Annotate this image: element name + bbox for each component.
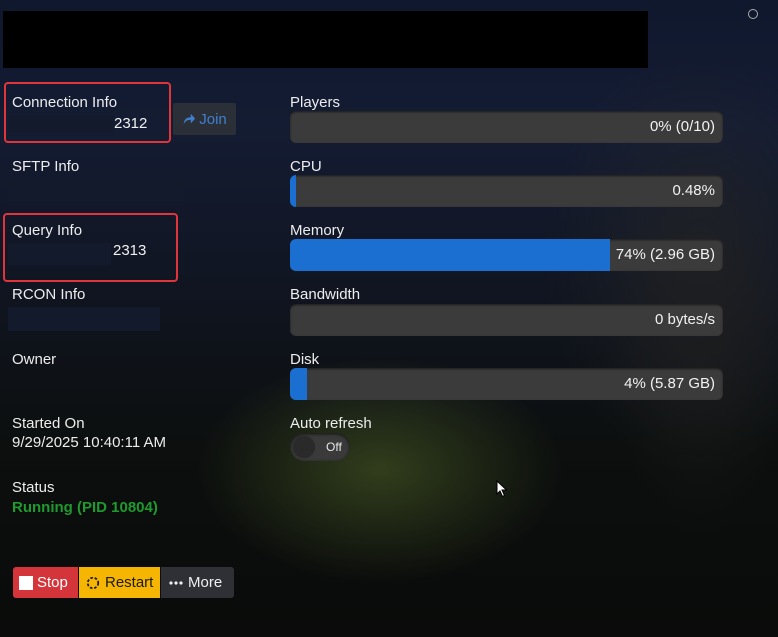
- metric-label-bandwidth: Bandwidth: [290, 286, 361, 303]
- redacted-header-bar: [3, 11, 648, 68]
- sftp-info-label: SFTP Info: [12, 158, 80, 175]
- decorative-ring-icon: [748, 9, 758, 19]
- disk-bar: 4% (5.87 GB): [290, 368, 723, 400]
- bandwidth-bar-text: 0 bytes/s: [654, 311, 715, 328]
- more-button[interactable]: More: [161, 567, 234, 598]
- query-address-redacted: [8, 243, 111, 265]
- bandwidth-bar: 0 bytes/s: [290, 304, 723, 336]
- owner-label: Owner: [12, 351, 57, 368]
- sftp-info-redacted: [8, 179, 184, 201]
- background-figure: [560, 60, 778, 620]
- rcon-info-label: RCON Info: [12, 286, 86, 303]
- query-port[interactable]: 2313: [113, 242, 146, 259]
- restart-button[interactable]: Restart: [79, 567, 160, 598]
- stop-button[interactable]: Stop: [13, 567, 78, 598]
- metric-label-cpu: CPU: [290, 158, 322, 175]
- toggle-state-label: Off: [326, 440, 342, 454]
- join-button-label: Join: [199, 110, 227, 128]
- refresh-icon: [86, 576, 100, 589]
- more-button-label: More: [188, 574, 223, 591]
- metric-label-memory: Memory: [290, 222, 345, 239]
- auto-refresh-label: Auto refresh: [290, 415, 372, 432]
- stop-button-label: Stop: [37, 574, 68, 591]
- status-value: Running (PID 10804): [12, 499, 158, 516]
- share-arrow-icon: [183, 113, 196, 125]
- query-info-label: Query Info: [12, 222, 83, 239]
- memory-bar: 74% (2.96 GB): [290, 239, 723, 271]
- cpu-bar: 0.48%: [290, 175, 723, 207]
- ellipsis-icon: [169, 580, 183, 585]
- connection-address-redacted: [8, 115, 113, 133]
- connection-info-label: Connection Info: [12, 94, 118, 111]
- restart-button-label: Restart: [105, 574, 154, 591]
- players-bar-text: 0% (0/10): [649, 118, 715, 135]
- started-on-label: Started On: [12, 415, 85, 432]
- connection-info-highlight: [4, 82, 171, 143]
- cpu-bar-fill: [290, 175, 297, 207]
- memory-bar-fill: [290, 239, 611, 271]
- status-label: Status: [12, 479, 55, 496]
- auto-refresh-toggle[interactable]: Off: [290, 433, 350, 461]
- disk-bar-text: 4% (5.87 GB): [624, 375, 715, 392]
- metric-label-players: Players: [290, 94, 341, 111]
- metric-label-disk: Disk: [290, 351, 320, 368]
- stop-square-icon: [19, 575, 33, 590]
- rcon-info-redacted: [8, 307, 160, 331]
- toggle-knob: [294, 437, 314, 457]
- disk-bar-fill: [290, 368, 308, 400]
- cpu-bar-text: 0.48%: [672, 182, 715, 199]
- mouse-cursor-icon: [496, 480, 508, 498]
- started-on-value: 9/29/2025 10:40:11 AM: [12, 434, 167, 451]
- players-bar: 0% (0/10): [290, 111, 723, 143]
- join-button[interactable]: Join: [173, 103, 236, 135]
- connection-port[interactable]: 2312: [114, 115, 147, 132]
- memory-bar-text: 74% (2.96 GB): [615, 246, 715, 263]
